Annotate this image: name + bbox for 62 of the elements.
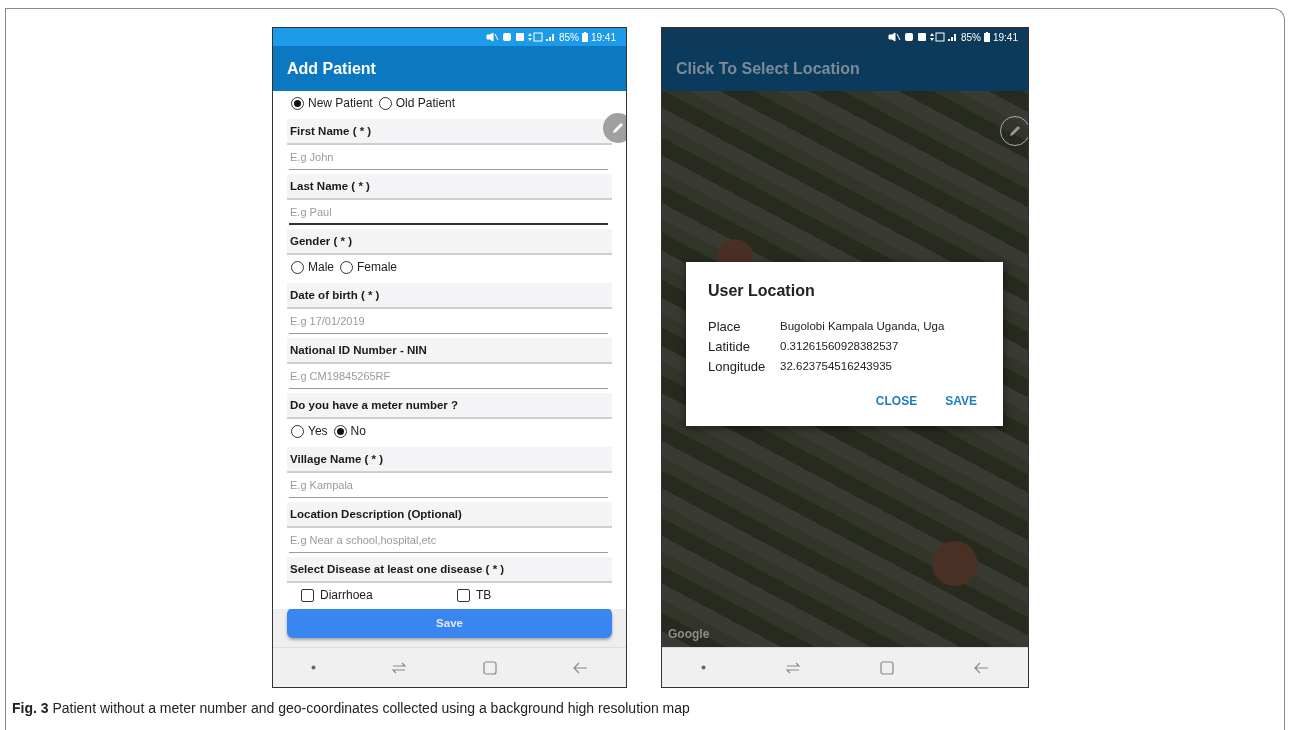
back-arrow-icon[interactable]	[972, 661, 989, 674]
row-label: Longitude	[708, 358, 767, 374]
option-label: Diarrhoea	[320, 588, 373, 602]
text-field[interactable]: E.g Kampala	[289, 473, 608, 498]
option-label: Old Patient	[395, 96, 456, 110]
question-label: Do you have a meter number ?	[287, 393, 612, 419]
radio-button[interactable]	[333, 424, 347, 438]
screen-title: Click To Select Location	[676, 59, 860, 78]
pencil-icon	[1008, 124, 1022, 138]
row-label: Place	[708, 318, 742, 334]
option-label: Female	[357, 260, 398, 274]
text-field[interactable]: E.g CM19845265RF	[289, 364, 608, 389]
text-field[interactable]: E.g John	[289, 145, 608, 170]
question-label: Gender ( * )	[287, 229, 612, 255]
dot-icon[interactable]	[310, 665, 316, 670]
row-label: Latitide	[708, 338, 751, 354]
row-value: Bugolobi Kampala Uganda, Uga	[780, 320, 945, 332]
option-label: New Patient	[308, 96, 373, 110]
clock-time: 19:41	[992, 31, 1018, 43]
radio-button[interactable]	[291, 424, 304, 438]
map-attribution: Google	[668, 627, 710, 641]
field-label: First Name ( * )	[287, 119, 612, 145]
radio-button[interactable]	[291, 260, 304, 274]
text-field[interactable]: E.g Near a school,hospital,etc	[289, 528, 608, 553]
dialog-button[interactable]: SAVE	[943, 390, 979, 412]
save-button[interactable]: Save	[287, 608, 612, 638]
text-field[interactable]: E.g 17/01/2019	[289, 309, 608, 334]
radio-button[interactable]	[291, 96, 304, 110]
battery-icon	[581, 32, 588, 42]
field-label: Village Name ( * )	[287, 447, 612, 473]
option-label: TB	[476, 588, 492, 602]
figure-caption: Fig. 3 Patient without a meter number and geo-coordinates collected using a background high resolution map	[12, 700, 691, 716]
dialog-button[interactable]: CLOSE	[873, 390, 920, 412]
battery-percent: 85%	[960, 31, 981, 43]
pencil-icon	[611, 121, 625, 135]
option-label: Yes	[308, 424, 328, 438]
option-label: No	[350, 424, 366, 438]
back-arrow-icon[interactable]	[572, 661, 589, 674]
edit-button[interactable]	[603, 113, 626, 143]
field-label: Location Description (Optional)	[287, 502, 612, 528]
radio-button[interactable]	[378, 96, 392, 110]
option-label: Male	[308, 260, 334, 274]
row-value: 0.31261560928382537	[780, 340, 899, 352]
clock-time: 19:41	[590, 31, 616, 43]
question-label: Select Disease at least one disease ( * )	[287, 557, 612, 583]
checkbox[interactable]	[301, 588, 314, 602]
battery-icon	[983, 32, 990, 42]
dot-icon[interactable]	[701, 665, 707, 670]
row-value: 32.623754516243935	[780, 360, 892, 372]
field-label: National ID Number - NIN	[287, 338, 612, 364]
recent-apps-icon[interactable]	[391, 661, 408, 674]
text-field[interactable]: E.g Paul	[289, 200, 608, 225]
battery-percent: 85%	[558, 31, 579, 43]
field-label: Last Name ( * )	[287, 174, 612, 200]
recent-apps-icon[interactable]	[785, 661, 802, 674]
screen-title: Add Patient	[287, 59, 376, 78]
dialog-title: User Location	[708, 282, 816, 300]
status-icons-drawing	[485, 32, 556, 42]
field-label: Date of birth ( * )	[287, 283, 612, 309]
checkbox[interactable]	[457, 588, 470, 602]
radio-button[interactable]	[340, 260, 353, 274]
status-icons-drawing	[887, 32, 958, 42]
